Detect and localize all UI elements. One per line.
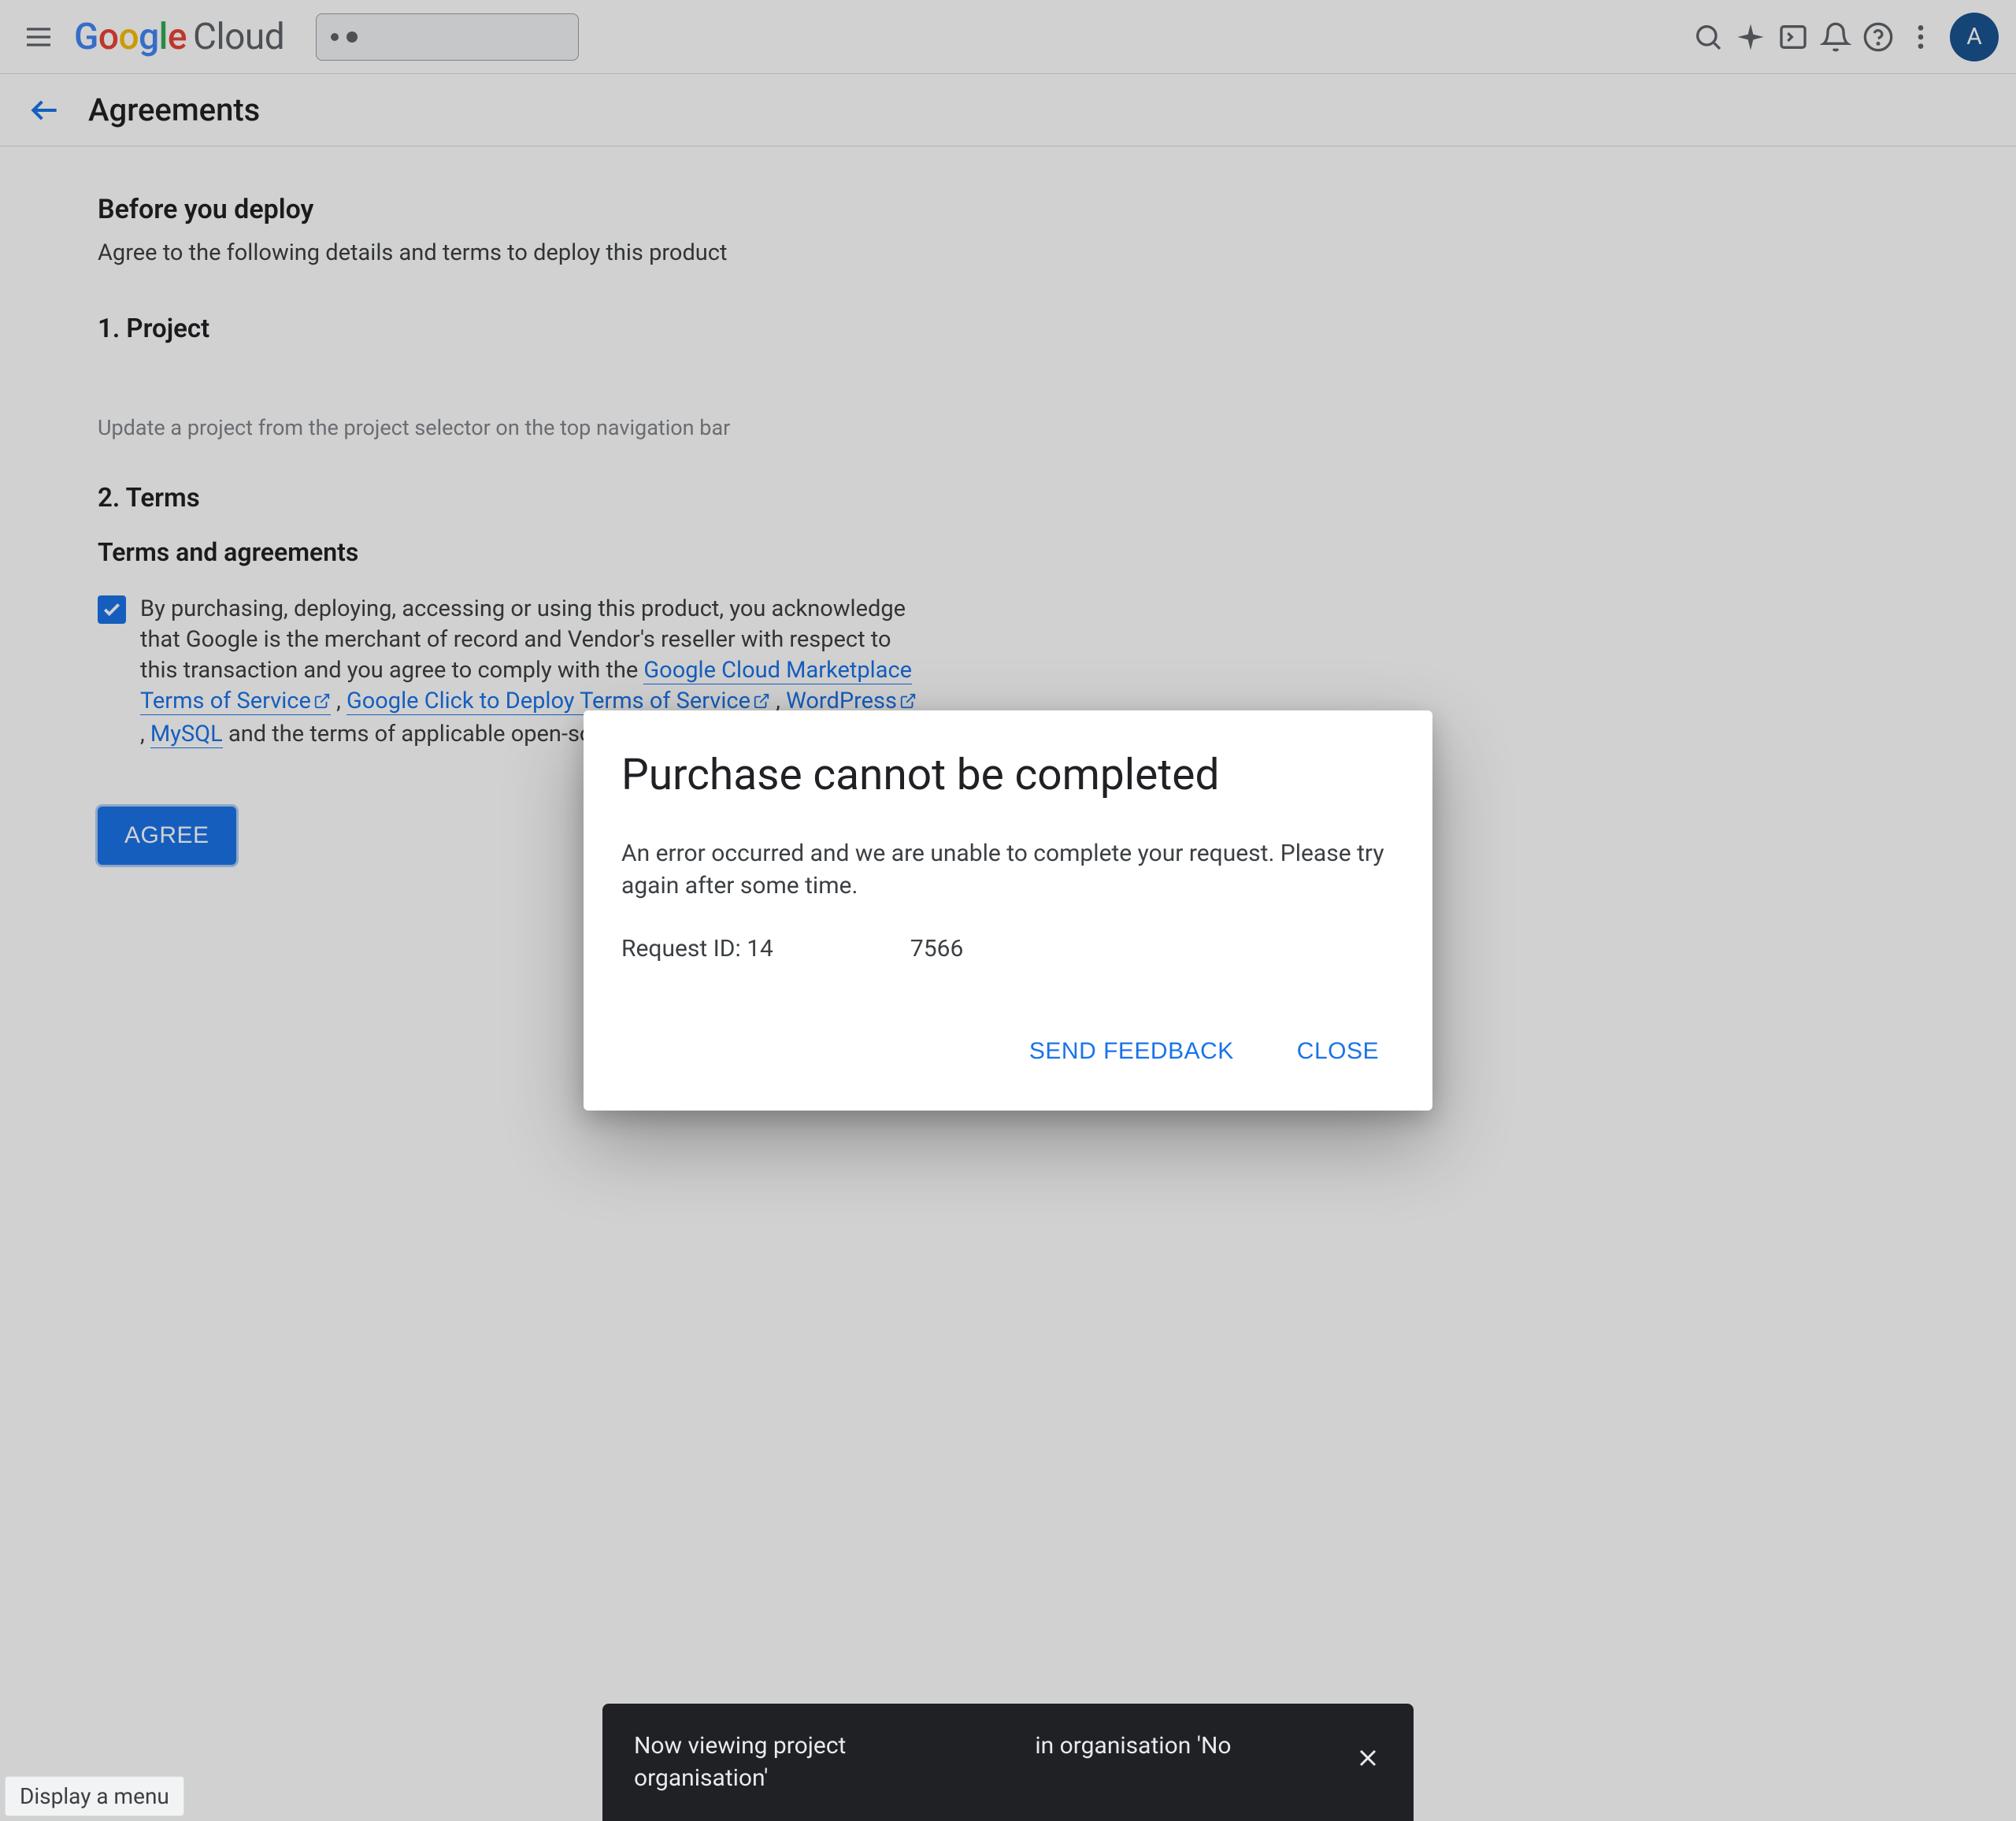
dialog-body: An error occurred and we are unable to c… [621, 838, 1395, 902]
send-feedback-button[interactable]: SEND FEEDBACK [1014, 1027, 1250, 1076]
toast-snackbar: Now viewing project in organisation 'No … [602, 1704, 1414, 1821]
dialog-request-id: Request ID: 147566 [621, 935, 1395, 962]
error-dialog: Purchase cannot be completed An error oc… [584, 710, 1432, 1111]
dialog-title: Purchase cannot be completed [621, 750, 1395, 800]
toast-message: Now viewing project in organisation 'No … [634, 1730, 1354, 1794]
context-menu-hint: Display a menu [5, 1776, 184, 1816]
toast-close-icon[interactable] [1354, 1744, 1382, 1782]
close-dialog-button[interactable]: CLOSE [1281, 1027, 1395, 1076]
